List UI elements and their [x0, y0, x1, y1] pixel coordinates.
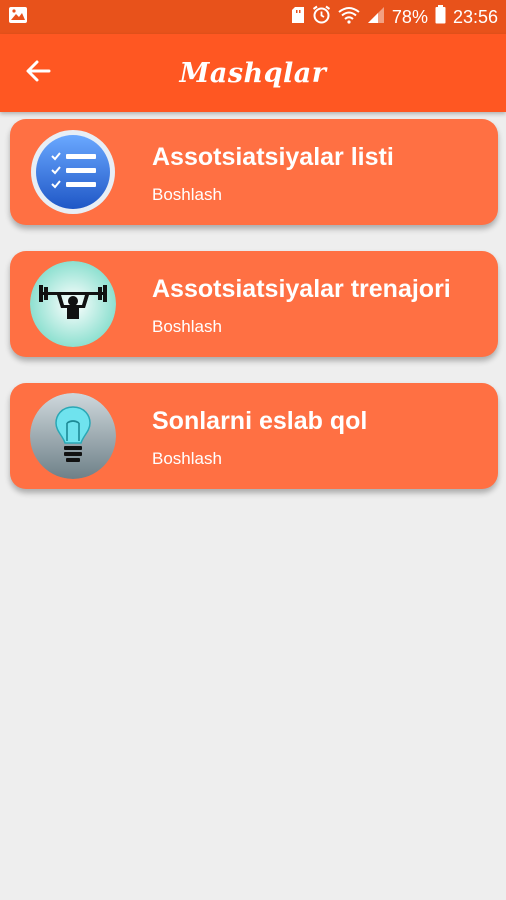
- status-bar: 78% 23:56: [0, 0, 506, 34]
- checklist-icon: [30, 129, 116, 215]
- exercise-card-associations-trainer[interactable]: Assotsiatsiyalar trenajori Boshlash: [10, 251, 498, 357]
- weightlifter-icon: [30, 261, 116, 347]
- gallery-icon: [8, 6, 28, 29]
- sd-card-icon: [291, 6, 305, 29]
- app-bar: Mashqlar: [0, 34, 506, 112]
- exercise-title: Assotsiatsiyalar trenajori: [152, 275, 451, 303]
- wifi-icon: [338, 6, 360, 29]
- alarm-icon: [312, 5, 331, 29]
- exercise-title: Assotsiatsiyalar listi: [152, 143, 394, 171]
- clock: 23:56: [452, 6, 498, 27]
- battery-percent: 78%: [391, 6, 428, 27]
- battery-icon: [435, 5, 446, 29]
- exercise-start-label: Boshlash: [152, 185, 222, 204]
- exercise-start-label: Boshlash: [152, 317, 222, 336]
- exercise-card-associations-list[interactable]: Assotsiatsiyalar listi Boshlash: [10, 119, 498, 225]
- exercise-list: Assotsiatsiyalar listi Boshlash Assotsia…: [10, 119, 498, 515]
- exercise-title: Sonlarni eslab qol: [152, 407, 368, 435]
- lightbulb-icon: [30, 393, 116, 479]
- signal-icon: [367, 6, 385, 29]
- exercise-start-label: Boshlash: [152, 449, 222, 468]
- exercise-card-remember-numbers[interactable]: Sonlarni eslab qol Boshlash: [10, 383, 498, 489]
- page-title: Mashqlar: [179, 58, 327, 89]
